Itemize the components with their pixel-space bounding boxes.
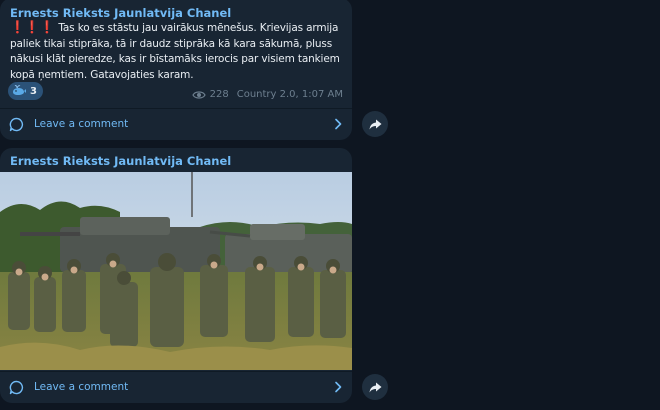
share-arrow-icon [369, 382, 381, 392]
exclamation-emoji: ❗❗❗ [10, 20, 55, 34]
author-and-time: Country 2.0, 1:07 AM [236, 89, 343, 100]
eye-icon [191, 90, 206, 99]
reaction-chip[interactable]: 3 [8, 82, 43, 100]
share-button[interactable] [362, 374, 388, 400]
whale-emoji-icon [13, 85, 26, 95]
view-count: 228 [209, 89, 229, 100]
chevron-right-icon [335, 381, 342, 393]
message-meta: 228 Country 2.0, 1:07 AM [191, 89, 343, 100]
channel-name[interactable]: Ernests Rieksts Jaunlatvija Chanel [0, 6, 241, 20]
leave-comment-button[interactable]: Leave a comment [0, 108, 352, 139]
chevron-right-icon [335, 118, 342, 130]
comment-bubble-icon [9, 117, 24, 131]
message-text: ❗❗❗ Tas ko es stāstu jau vairākus mēnešus… [10, 20, 344, 83]
channel-name[interactable]: Ernests Rieksts Jaunlatvija Chanel [0, 154, 241, 168]
leave-comment-label: Leave a comment [34, 118, 129, 130]
comment-bubble-icon [9, 380, 24, 394]
message-bubble: Ernests Rieksts Jaunlatvija Chanel Leave… [0, 148, 352, 403]
message-photo[interactable] [0, 172, 352, 370]
soldiers-photo [0, 172, 352, 370]
share-button[interactable] [362, 111, 388, 137]
message-bubble: Ernests Rieksts Jaunlatvija Chanel ❗❗❗ Ta… [0, 0, 352, 140]
leave-comment-button[interactable]: Leave a comment [0, 371, 352, 402]
reaction-count: 3 [30, 85, 37, 97]
share-arrow-icon [369, 119, 381, 129]
message-body: Tas ko es stāstu jau vairākus mēnešus. K… [10, 22, 340, 81]
leave-comment-label: Leave a comment [34, 381, 129, 393]
